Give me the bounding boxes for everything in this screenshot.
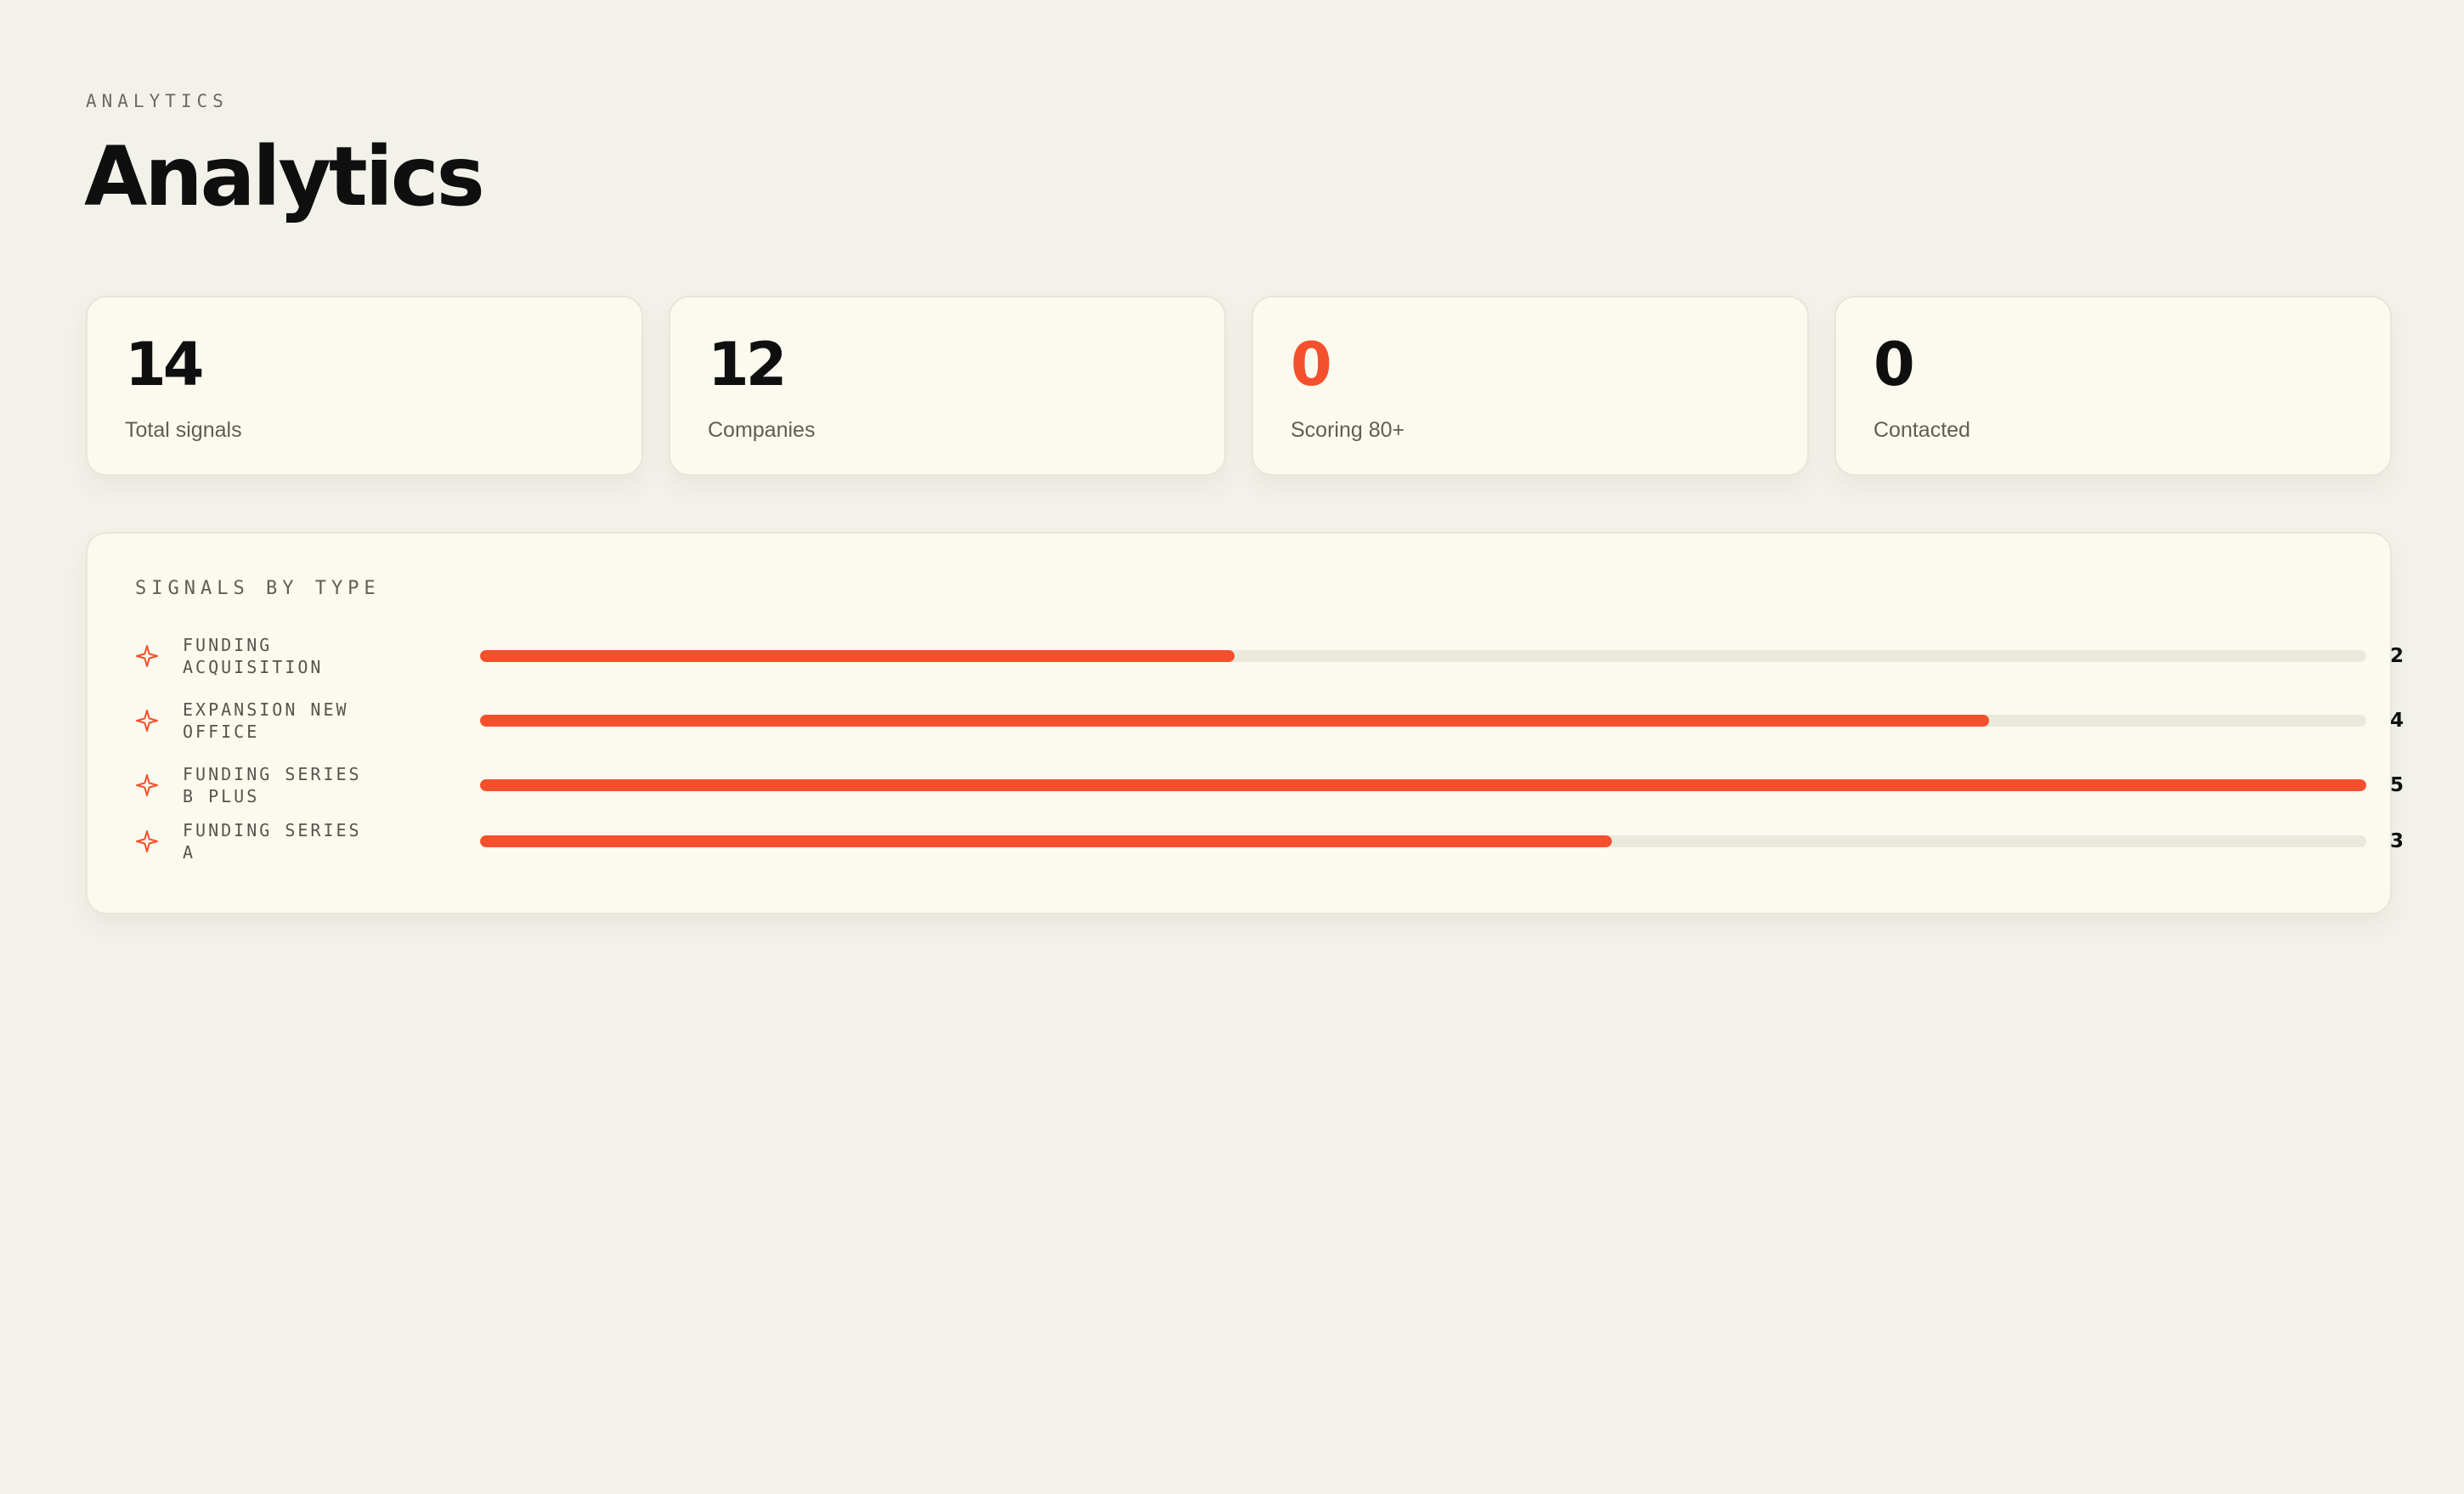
- stat-label: Scoring 80+: [1291, 418, 1405, 442]
- signal-type-label: FUNDING SERIES A: [183, 820, 362, 863]
- stat-card-companies: 12 Companies: [669, 296, 1226, 476]
- page-eyebrow: ANALYTICS: [86, 91, 229, 111]
- stat-label: Total signals: [125, 418, 242, 442]
- signal-type-label: FUNDING SERIES B PLUS: [183, 764, 362, 806]
- signal-type-label: FUNDING ACQUISITION: [183, 635, 324, 677]
- signal-bar-fill: [480, 835, 1612, 847]
- signals-by-type-panel: SIGNALS BY TYPE FUNDING ACQUISITION 2 EX…: [86, 532, 2404, 914]
- signal-row-expansion-new-office: EXPANSION NEW OFFICE 4: [135, 695, 2404, 746]
- signal-row-funding-acquisition: FUNDING ACQUISITION 2: [135, 631, 2404, 682]
- stat-value: 0: [1873, 330, 1915, 399]
- stat-label: Contacted: [1873, 418, 1970, 442]
- page-title: Analytics: [84, 129, 485, 224]
- stat-card-total-signals: 14 Total signals: [86, 296, 643, 476]
- signal-count: 4: [2390, 710, 2405, 732]
- sparkle-icon: [136, 774, 158, 796]
- sparkle-icon: [136, 645, 158, 667]
- stats-row: 14 Total signals 12 Companies 0 Scoring …: [86, 296, 2392, 476]
- sparkle-icon: [136, 710, 158, 732]
- stat-value: 12: [708, 330, 787, 399]
- stat-label: Companies: [708, 418, 816, 442]
- signal-bar-track: [480, 715, 2366, 727]
- sparkle-icon: [136, 830, 158, 852]
- signal-count: 5: [2390, 774, 2405, 796]
- signal-bar-fill: [480, 779, 2366, 791]
- stat-card-scoring-80-plus: 0 Scoring 80+: [1252, 296, 1809, 476]
- signal-bar-track: [480, 835, 2366, 847]
- stat-card-contacted: 0 Contacted: [1834, 296, 2392, 476]
- signal-count: 2: [2390, 645, 2405, 667]
- signal-type-label: EXPANSION NEW OFFICE: [183, 699, 349, 742]
- signal-bar-track: [480, 650, 2366, 662]
- signal-bar-fill: [480, 650, 1235, 662]
- signal-bar-track: [480, 779, 2366, 791]
- signal-bar-fill: [480, 715, 1989, 727]
- stat-value: 0: [1291, 330, 1332, 399]
- panel-title: SIGNALS BY TYPE: [135, 578, 381, 599]
- signal-row-funding-series-a: FUNDING SERIES A 3: [135, 816, 2404, 867]
- signal-count: 3: [2390, 830, 2405, 852]
- stat-value: 14: [125, 330, 204, 399]
- signal-row-funding-series-b-plus: FUNDING SERIES B PLUS 5: [135, 760, 2404, 811]
